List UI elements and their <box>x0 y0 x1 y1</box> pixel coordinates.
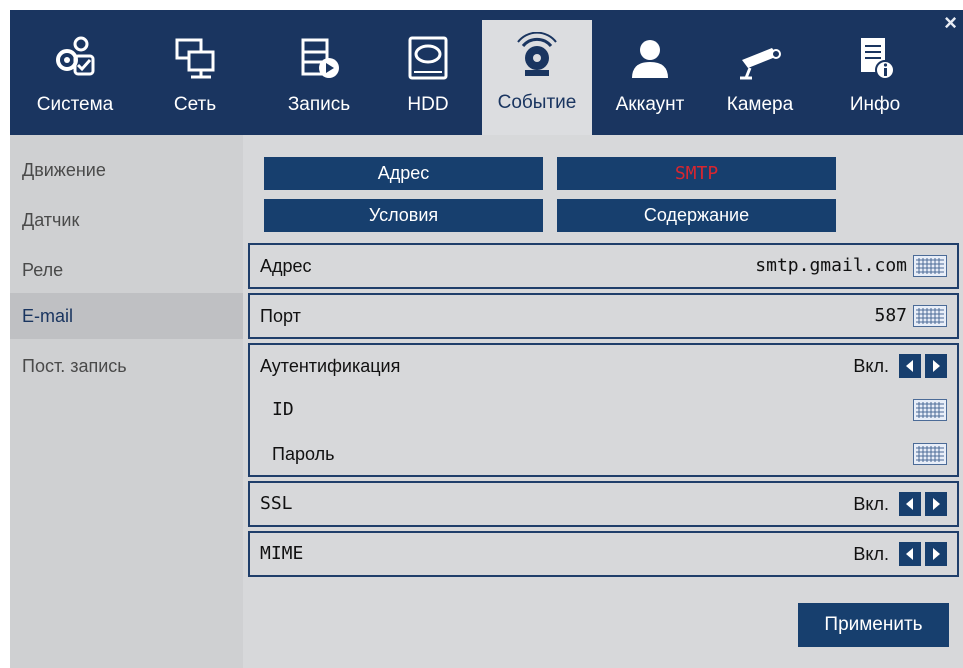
tab-label: Камера <box>726 94 794 115</box>
arrow-right-icon <box>933 360 940 372</box>
mime-next-button[interactable] <box>925 542 947 566</box>
subtab-smtp-button[interactable]: SMTP <box>557 157 836 190</box>
tab-label: Инфо <box>849 94 901 115</box>
tab-label: Запись <box>287 94 351 115</box>
mime-prev-button[interactable] <box>899 542 921 566</box>
port-value[interactable]: 587 <box>874 295 907 337</box>
close-icon[interactable]: × <box>944 10 957 36</box>
network-icon <box>175 38 215 79</box>
sidebar-item-continuous-record[interactable]: Пост. запись <box>10 343 243 389</box>
keyboard-icon[interactable] <box>913 255 947 277</box>
id-label: ID <box>272 399 294 420</box>
sidebar: Движение Датчик Реле E-mail Пост. запись <box>10 135 243 668</box>
alarm-siren-icon <box>517 32 557 76</box>
ssl-row: SSL Вкл. <box>248 481 959 527</box>
id-row: ID <box>250 389 957 435</box>
auth-next-button[interactable] <box>925 354 947 378</box>
keyboard-icon[interactable] <box>913 399 947 421</box>
tab-label: HDD <box>407 94 449 115</box>
top-tab-bar: Система Сеть Запись HDD Событие Аккаунт … <box>10 10 963 135</box>
mime-label: MIME <box>260 543 304 564</box>
password-label: Пароль <box>272 444 335 464</box>
user-account-icon <box>632 40 668 78</box>
arrow-right-icon <box>933 498 940 510</box>
arrow-left-icon <box>906 360 913 372</box>
tab-account[interactable]: Аккаунт <box>595 22 705 135</box>
port-label: Порт <box>260 306 301 326</box>
tab-label: Система <box>36 94 114 115</box>
sidebar-item-relay[interactable]: Реле <box>10 247 243 293</box>
tab-record[interactable]: Запись <box>260 22 378 135</box>
address-value[interactable]: smtp.gmail.com <box>755 245 907 287</box>
ssl-next-button[interactable] <box>925 492 947 516</box>
auth-group: Аутентификация Вкл. ID Пароль <box>248 343 959 477</box>
email-settings-panel: Адрес SMTP Условия Содержание Адрес smtp… <box>243 135 963 668</box>
mime-value: Вкл. <box>853 544 889 564</box>
ssl-value: Вкл. <box>853 494 889 514</box>
record-film-icon <box>301 38 339 78</box>
tab-label: Сеть <box>173 94 217 115</box>
arrow-right-icon <box>933 548 940 560</box>
sidebar-item-sensor[interactable]: Датчик <box>10 197 243 243</box>
address-label: Адрес <box>260 256 312 276</box>
tab-camera[interactable]: Камера <box>705 22 815 135</box>
arrow-left-icon <box>906 498 913 510</box>
ssl-label: SSL <box>260 493 293 514</box>
auth-label: Аутентификация <box>260 356 401 376</box>
subtab-conditions-button[interactable]: Условия <box>264 199 543 232</box>
sidebar-item-motion[interactable]: Движение <box>10 147 243 193</box>
port-row: Порт 587 <box>248 293 959 339</box>
ssl-prev-button[interactable] <box>899 492 921 516</box>
info-document-icon <box>861 38 895 80</box>
settings-window: Система Сеть Запись HDD Событие Аккаунт … <box>10 10 963 668</box>
password-row: Пароль <box>250 433 957 479</box>
auth-prev-button[interactable] <box>899 354 921 378</box>
keyboard-icon[interactable] <box>913 305 947 327</box>
tab-info[interactable]: Инфо <box>820 22 930 135</box>
auth-value: Вкл. <box>853 356 889 376</box>
sidebar-item-email[interactable]: E-mail <box>10 293 243 339</box>
subtab-address-button[interactable]: Адрес <box>264 157 543 190</box>
address-row: Адрес smtp.gmail.com <box>248 243 959 289</box>
keyboard-icon[interactable] <box>913 443 947 465</box>
tab-label: Событие <box>497 92 577 113</box>
subtab-content-button[interactable]: Содержание <box>557 199 836 232</box>
tab-event[interactable]: Событие <box>482 20 592 135</box>
mime-row: MIME Вкл. <box>248 531 959 577</box>
tab-hdd[interactable]: HDD <box>378 22 478 135</box>
tab-label: Аккаунт <box>615 94 685 115</box>
apply-button[interactable]: Применить <box>798 603 949 647</box>
camera-icon <box>740 48 781 80</box>
tab-network[interactable]: Сеть <box>140 22 250 135</box>
tab-system[interactable]: Система <box>10 22 140 135</box>
arrow-left-icon <box>906 548 913 560</box>
auth-row: Аутентификация Вкл. <box>250 345 957 391</box>
hdd-icon <box>408 36 448 80</box>
system-gear-icon <box>56 36 95 76</box>
